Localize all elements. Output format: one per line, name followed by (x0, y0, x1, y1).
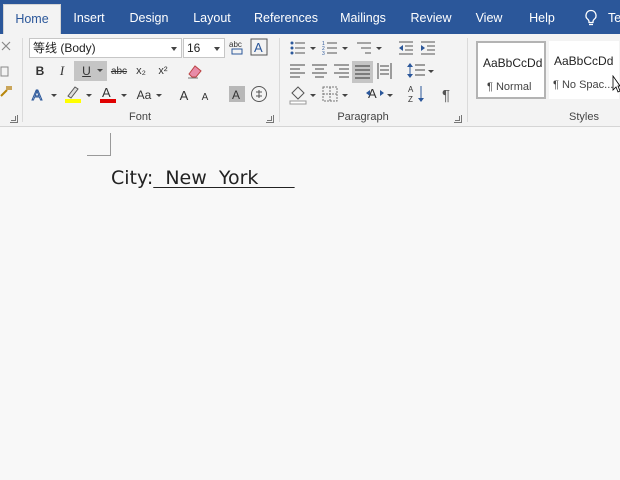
grow-font-button[interactable]: A (176, 85, 192, 105)
asian-layout-icon[interactable]: A (365, 85, 385, 103)
font-group-label: Font (128, 111, 151, 123)
line-spacing-icon[interactable] (407, 62, 425, 79)
document-paragraph[interactable]: City: New York (111, 167, 295, 189)
svg-text:A: A (32, 87, 42, 103)
chevron-down-icon[interactable] (376, 47, 382, 51)
justify-button[interactable] (352, 61, 373, 83)
eraser-icon[interactable] (186, 63, 204, 79)
show-formatting-marks-button[interactable]: ¶ (438, 85, 454, 105)
page-corner-mark (110, 133, 111, 155)
chevron-down-icon[interactable] (342, 47, 348, 51)
paragraph-dialog-launcher-icon[interactable] (454, 115, 462, 123)
lightbulb-icon[interactable] (583, 9, 599, 27)
page-corner-mark (87, 155, 111, 156)
tab-review[interactable]: Review (405, 4, 457, 34)
ribbon: 等线 (Body) 16 abc A B I U abc x₂ x² A A A… (0, 34, 620, 127)
chevron-down-icon[interactable] (86, 94, 92, 98)
chevron-down-icon[interactable] (428, 70, 434, 74)
tab-design[interactable]: Design (123, 4, 175, 34)
multilevel-list-icon[interactable] (356, 40, 372, 56)
group-separator (22, 38, 23, 122)
character-border-icon[interactable]: A (250, 38, 268, 56)
svg-text:Z: Z (408, 95, 413, 104)
align-left-icon[interactable] (290, 64, 305, 78)
chevron-down-icon[interactable] (214, 47, 220, 51)
chevron-down-icon[interactable] (51, 94, 57, 98)
strikethrough-button[interactable]: abc (109, 61, 129, 81)
bullets-icon[interactable] (290, 40, 306, 56)
bold-button[interactable]: B (31, 61, 49, 81)
distributed-icon[interactable] (377, 63, 392, 79)
cut-icon[interactable] (0, 40, 12, 52)
tab-layout[interactable]: Layout (186, 4, 238, 34)
tab-references[interactable]: References (250, 4, 322, 34)
clear-formatting-abc-icon[interactable]: abc (229, 38, 245, 56)
format-painter-icon[interactable] (0, 84, 14, 98)
superscript-button[interactable]: x² (154, 61, 172, 81)
change-case-button[interactable]: Aa (133, 85, 155, 105)
font-color-icon[interactable]: A (99, 84, 117, 104)
style-name: ¶ No Spac... (553, 79, 614, 91)
paragraph-group-label: Paragraph (337, 111, 389, 123)
subscript-button[interactable]: x₂ (132, 61, 150, 81)
chevron-down-icon[interactable] (121, 94, 127, 98)
svg-text:A: A (408, 85, 414, 94)
justify-icon (355, 65, 370, 79)
clipboard-launcher-icon[interactable] (10, 115, 18, 123)
tab-mailings[interactable]: Mailings (334, 4, 392, 34)
align-center-icon[interactable] (312, 64, 327, 78)
styles-group-label: Styles (569, 111, 599, 123)
svg-text:A: A (254, 40, 263, 55)
ribbon-tab-bar: Home Insert Design Layout References Mai… (0, 0, 620, 34)
style-no-spacing[interactable]: AaBbCcDd ¶ No Spac... (549, 41, 619, 99)
underline-button[interactable]: U (74, 61, 107, 81)
font-size-value: 16 (187, 41, 201, 55)
tab-insert[interactable]: Insert (66, 4, 112, 34)
svg-text:3: 3 (322, 51, 325, 56)
document-canvas[interactable]: City: New York (0, 127, 620, 480)
font-name-value: 等线 (Body) (33, 41, 96, 55)
tab-help[interactable]: Help (522, 4, 562, 34)
sort-icon[interactable]: AZ (408, 84, 426, 104)
tell-me-search[interactable]: Te (608, 4, 620, 34)
tab-view[interactable]: View (470, 4, 508, 34)
style-name: ¶ Normal (487, 81, 532, 93)
shrink-font-button[interactable]: A (198, 87, 212, 107)
chevron-down-icon[interactable] (171, 47, 177, 51)
svg-text:abc: abc (229, 40, 242, 49)
underline-label: U (82, 64, 91, 78)
mouse-cursor-icon (612, 75, 620, 93)
align-right-icon[interactable] (334, 64, 349, 78)
style-sample: AaBbCcDd (483, 56, 543, 70)
style-normal[interactable]: AaBbCcDd ¶ Normal (476, 41, 546, 99)
chevron-down-icon[interactable] (342, 94, 348, 98)
chevron-down-icon[interactable] (310, 94, 316, 98)
text-effects-icon[interactable]: A (30, 85, 48, 104)
character-shading-icon[interactable]: A (228, 85, 246, 103)
chevron-down-icon[interactable] (310, 47, 316, 51)
enclose-characters-icon[interactable] (250, 85, 268, 103)
copy-icon[interactable] (0, 64, 12, 78)
borders-icon[interactable] (322, 86, 338, 102)
chevron-down-icon[interactable] (387, 94, 393, 98)
chevron-down-icon[interactable] (156, 94, 162, 98)
highlight-pen-icon[interactable] (64, 84, 82, 104)
field-label: City: (111, 167, 154, 189)
group-separator (279, 38, 280, 122)
italic-button[interactable]: I (53, 61, 71, 81)
svg-text:A: A (232, 88, 240, 102)
font-size-combobox[interactable]: 16 (183, 38, 225, 58)
style-sample: AaBbCcDd (554, 54, 614, 68)
font-name-combobox[interactable]: 等线 (Body) (29, 38, 182, 58)
tab-home[interactable]: Home (3, 4, 61, 34)
decrease-indent-icon[interactable] (398, 40, 414, 56)
increase-indent-icon[interactable] (420, 40, 436, 56)
chevron-down-icon[interactable] (97, 69, 103, 73)
svg-text:A: A (102, 85, 111, 100)
shading-bucket-icon[interactable] (289, 85, 307, 105)
group-separator (467, 38, 468, 122)
font-dialog-launcher-icon[interactable] (266, 115, 274, 123)
numbering-icon[interactable]: 1 2 3 (322, 40, 338, 56)
underlined-field-value[interactable]: New York (153, 167, 294, 189)
